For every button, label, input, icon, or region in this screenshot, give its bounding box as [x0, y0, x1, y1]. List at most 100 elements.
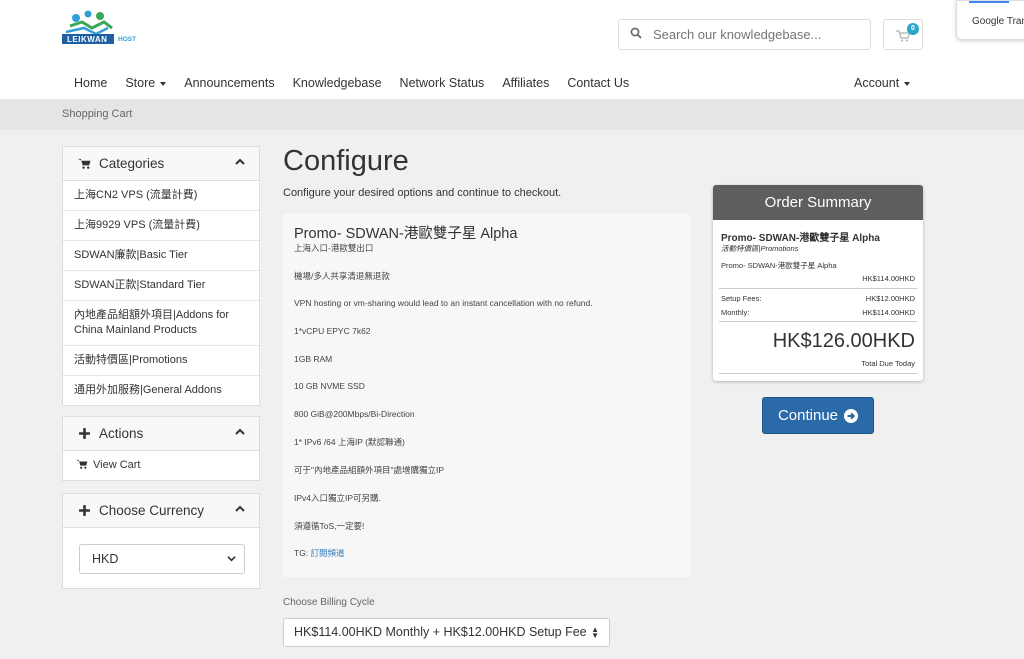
sidebar-item-9929-vps[interactable]: 上海9929 VPS (流量計費): [63, 211, 259, 241]
search-input[interactable]: [653, 27, 853, 42]
nav-knowledgebase-label: Knowledgebase: [292, 76, 382, 90]
nav-contact-us-label: Contact Us: [567, 76, 630, 90]
nav-account-label: Account: [854, 76, 900, 90]
site-header: LEIKWAN HOST 0 Google Translate Home Sto…: [0, 0, 1024, 100]
summary-divider: [719, 288, 917, 289]
sidebar-item-cn2-vps[interactable]: 上海CN2 VPS (流量計費): [63, 181, 259, 211]
tg-channel-link[interactable]: 訂閱頻道: [311, 548, 345, 558]
tg-label: TG:: [294, 548, 311, 558]
product-desc-line: 10 GB NVME SSD: [294, 381, 365, 391]
categories-title: Categories: [99, 156, 165, 171]
product-info-box: Promo- SDWAN-港歐雙子星 Alpha 上海入口-港歐雙出口 機場/多…: [283, 214, 690, 577]
product-name: Promo- SDWAN-港歐雙子星 Alpha: [294, 226, 518, 242]
currency-value: HKD: [92, 552, 119, 566]
plus-icon: [79, 428, 90, 439]
summary-divider: [719, 373, 917, 374]
order-summary: Order Summary Promo- SDWAN-港歐雙子星 Alpha 活…: [713, 185, 923, 381]
nav-announcements-label: Announcements: [184, 76, 275, 90]
cart-count-badge: 0: [907, 23, 919, 35]
search-box[interactable]: [618, 19, 871, 50]
chevron-up-icon[interactable]: [235, 504, 245, 514]
chevron-up-icon[interactable]: [235, 427, 245, 437]
nav-network-status[interactable]: Network Status: [400, 76, 485, 94]
product-desc-line: 上海入口-港歐雙出口: [294, 243, 374, 253]
nav-home-label: Home: [74, 76, 108, 90]
sidebar-item-promotions[interactable]: 活動特價區|Promotions: [63, 346, 259, 376]
monthly-value: HK$114.00HKD: [862, 308, 915, 317]
nav-network-status-label: Network Status: [399, 76, 485, 90]
nav-contact-us[interactable]: Contact Us: [567, 76, 629, 94]
sidebar-item-sdwan-basic[interactable]: SDWAN廉款|Basic Tier: [63, 241, 259, 271]
product-desc-line: 1* IPv6 /64 上海IP (默認聯通): [294, 437, 405, 447]
categories-panel-header[interactable]: Categories: [63, 147, 259, 181]
search-icon: [619, 27, 653, 42]
total-due-label: Total Due Today: [861, 359, 915, 368]
breadcrumb: Shopping Cart: [0, 100, 1024, 130]
sidebar-item-sdwan-standard[interactable]: SDWAN正款|Standard Tier: [63, 271, 259, 301]
actions-panel-header[interactable]: Actions: [63, 417, 259, 451]
summary-divider: [719, 321, 917, 322]
product-desc-line: 800 GiB@200Mbps/Bi-Direction: [294, 409, 415, 419]
breadcrumb-current: Shopping Cart: [62, 108, 133, 120]
view-cart-label: View Cart: [93, 459, 141, 471]
continue-label: Continue: [777, 407, 839, 424]
currency-select[interactable]: HKD: [79, 544, 245, 574]
plus-icon: [79, 505, 90, 516]
nav-home[interactable]: Home: [74, 76, 107, 94]
chevron-down-icon: [160, 81, 167, 86]
logo-graphic: [62, 10, 114, 44]
product-tg-line: TG: 訂閱頻道: [294, 547, 345, 559]
logo-sub: HOST: [118, 36, 137, 43]
site-logo[interactable]: LEIKWAN HOST: [62, 10, 142, 56]
select-arrows-icon: ▲ ▼: [591, 625, 599, 640]
cart-icon: [76, 459, 88, 469]
nav-store[interactable]: Store: [125, 76, 167, 94]
billing-cycle-select[interactable]: HK$114.00HKD Monthly + HK$12.00HKD Setup…: [283, 618, 610, 647]
currency-panel-header[interactable]: Choose Currency: [63, 494, 259, 528]
setup-fees-label: Setup Fees:: [721, 294, 762, 303]
nav-account[interactable]: Account: [854, 76, 911, 90]
logo-text: LEIKWAN: [67, 35, 108, 44]
monthly-label: Monthly:: [721, 308, 750, 317]
billing-cycle-label: Choose Billing Cycle: [283, 597, 375, 608]
main-nav: Home Store Announcements Knowledgebase N…: [62, 76, 647, 94]
currency-panel: Choose Currency HKD: [62, 493, 260, 589]
order-summary-title: Order Summary: [713, 185, 923, 220]
chevron-up-icon[interactable]: [235, 157, 245, 167]
translate-accent-bar: [969, 1, 1009, 3]
continue-button[interactable]: Continue: [762, 397, 874, 434]
nav-knowledgebase[interactable]: Knowledgebase: [293, 76, 382, 94]
actions-title: Actions: [99, 426, 144, 441]
product-desc-line: IPv4入口獨立IP可另購.: [294, 493, 381, 503]
nav-affiliates[interactable]: Affiliates: [502, 76, 549, 94]
google-translate-widget[interactable]: Google Translate: [956, 0, 1024, 40]
currency-title: Choose Currency: [99, 503, 205, 518]
chevron-down-icon: [227, 556, 236, 562]
product-desc-line: 可于"內地產品組額外項目"處增購獨立IP: [294, 465, 445, 475]
cart-button[interactable]: 0: [883, 19, 923, 50]
total-due-amount: HK$126.00HKD: [772, 330, 915, 352]
nav-store-label: Store: [125, 76, 156, 90]
product-desc-line: 1*vCPU EPYC 7k62: [294, 326, 371, 336]
chevron-down-icon: [904, 81, 911, 86]
summary-line-item: Promo- SDWAN-港歐雙子星 Alpha: [721, 261, 837, 270]
page-title: Configure: [283, 145, 409, 177]
summary-product-group: 活動特價區|Promotions: [721, 244, 799, 253]
product-desc-line: 1GB RAM: [294, 354, 333, 364]
categories-panel: Categories 上海CN2 VPS (流量計費) 上海9929 VPS (…: [62, 146, 260, 406]
translate-label: Google Translate: [972, 16, 1024, 27]
cart-icon: [78, 158, 91, 169]
nav-affiliates-label: Affiliates: [502, 76, 550, 90]
summary-product-name: Promo- SDWAN-港歐雙子星 Alpha: [721, 233, 880, 244]
billing-cycle-value: HK$114.00HKD Monthly + HK$12.00HKD Setup…: [294, 625, 587, 639]
product-desc-line: VPN hosting or vm-sharing would lead to …: [294, 298, 593, 308]
setup-fees-value: HK$12.00HKD: [865, 294, 915, 303]
sidebar-item-general-addons[interactable]: 通用外加服務|General Addons: [63, 376, 259, 405]
sidebar-item-mainland-addons[interactable]: 內地產品組額外項目|Addons for China Mainland Prod…: [63, 301, 259, 346]
order-summary-body: Promo- SDWAN-港歐雙子星 Alpha 活動特價區|Promotion…: [719, 220, 917, 381]
summary-line-price: HK$114.00HKD: [862, 274, 915, 283]
sidebar-item-view-cart[interactable]: View Cart: [63, 451, 259, 480]
actions-panel: Actions View Cart: [62, 416, 260, 481]
nav-announcements[interactable]: Announcements: [184, 76, 274, 94]
product-desc-line: 機場/多人共享清退無退款: [294, 271, 390, 281]
